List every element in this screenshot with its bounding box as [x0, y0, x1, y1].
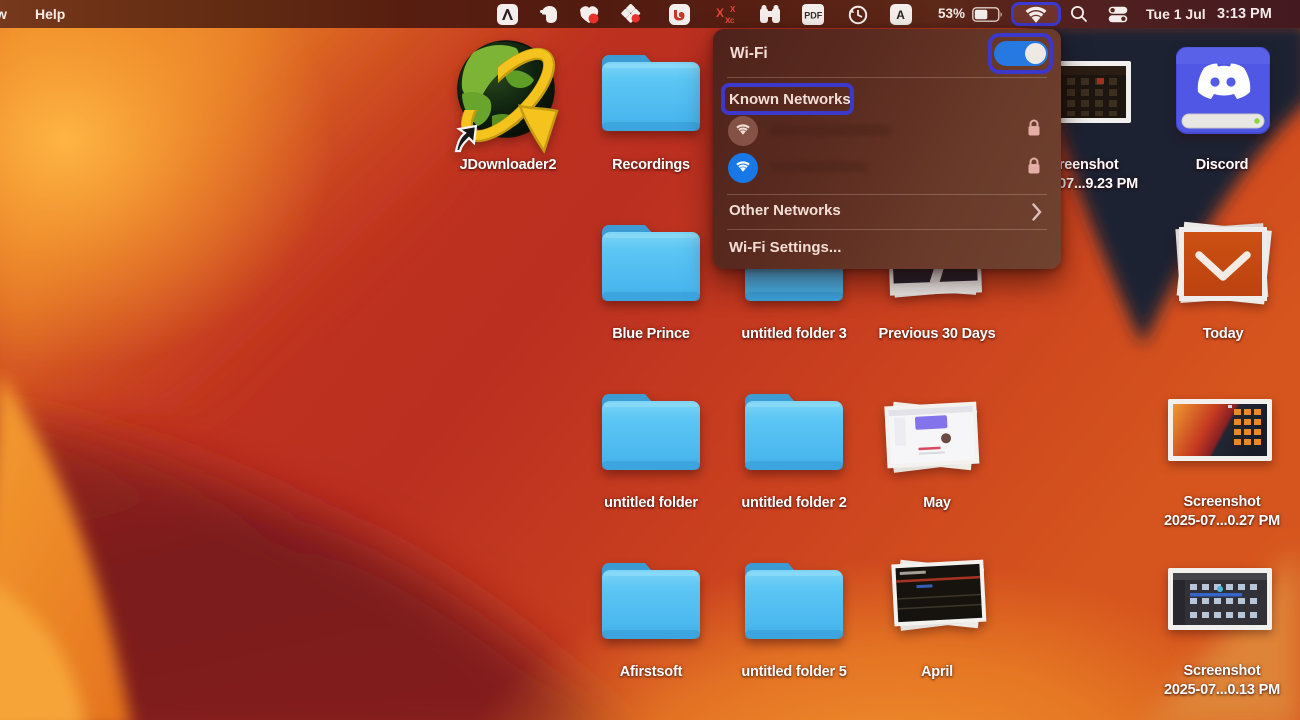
svg-text:X: X [730, 5, 736, 14]
svg-text:X: X [716, 6, 724, 20]
svg-text:c: c [730, 16, 735, 25]
svg-text:A: A [896, 8, 905, 22]
svg-text:PDF: PDF [804, 11, 823, 21]
